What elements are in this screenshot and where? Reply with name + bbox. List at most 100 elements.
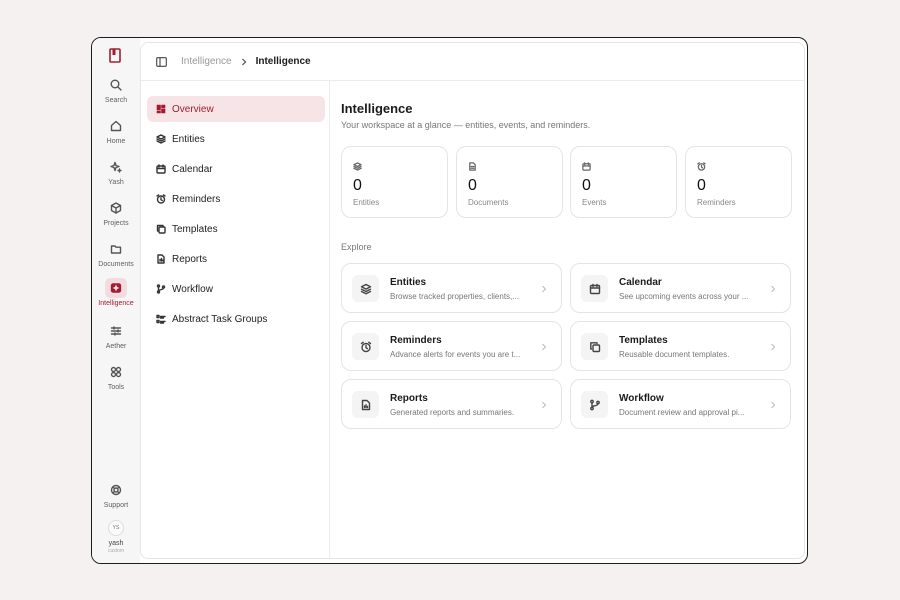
rail-item-label: Intelligence <box>98 300 134 307</box>
nav-item-overview[interactable]: Overview <box>147 96 325 122</box>
chevron-right-icon <box>542 285 547 293</box>
user-role: custom <box>107 548 125 554</box>
explore-card-reminders[interactable]: Reminders Advance alerts for events you … <box>341 321 562 371</box>
explore-card-workflow[interactable]: Workflow Document review and approval pi… <box>570 379 791 429</box>
explore-card-calendar[interactable]: Calendar See upcoming events across your… <box>570 263 791 313</box>
rail-item-aether[interactable]: Aether <box>92 321 140 350</box>
nav-item-label: Calendar <box>172 163 213 175</box>
nav-item-label: Reports <box>172 253 208 265</box>
rail-item-label: Aether <box>105 343 127 350</box>
nav-item-label: Reminders <box>172 193 221 205</box>
branch-icon <box>589 399 600 410</box>
top-bar: Intelligence Intelligence <box>141 43 804 81</box>
nav-item-label: Entities <box>172 133 205 145</box>
nav-item-reminders[interactable]: Reminders <box>147 186 325 212</box>
card-description: See upcoming events across your ... <box>619 292 749 301</box>
stat-label: Reminders <box>697 198 736 207</box>
copy-icon <box>589 341 600 352</box>
rail-item-search[interactable]: Search <box>92 75 140 104</box>
rail-item-label: Tools <box>107 384 125 391</box>
search-icon <box>110 79 122 91</box>
chevron-right-icon <box>771 285 776 293</box>
stat-label: Events <box>582 198 607 207</box>
card-description: Document review and approval pi... <box>619 408 745 417</box>
stat-label: Documents <box>468 198 509 207</box>
rail-item-yash[interactable]: Yash <box>92 157 140 186</box>
card-description: Advance alerts for events you are t... <box>390 350 521 359</box>
nav-item-label: Abstract Task Groups <box>172 313 268 325</box>
chevron-right-icon <box>241 58 246 65</box>
dashboard-icon <box>156 104 166 114</box>
chevron-right-icon <box>771 343 776 351</box>
rail-item-support[interactable]: Support <box>92 480 140 509</box>
alarm-icon <box>697 162 706 171</box>
calendar-icon <box>589 283 600 294</box>
stat-value: 0 <box>353 177 362 194</box>
stat-card-documents: 0 Documents <box>456 146 563 218</box>
report-icon <box>157 254 165 264</box>
breadcrumb-current: Intelligence <box>255 56 311 67</box>
stat-value: 0 <box>697 177 706 194</box>
nav-item-label: Templates <box>172 223 218 235</box>
rail-item-projects[interactable]: Projects <box>92 198 140 227</box>
rail-item-label: Home <box>106 138 126 145</box>
chevron-right-icon <box>542 401 547 409</box>
rail-item-label: Yash <box>108 179 124 186</box>
rail-item-label: Support <box>103 502 129 509</box>
icon-rail: Search Home Yash Projects Documents Inte… <box>92 38 140 563</box>
nav-item-abstract-task-groups[interactable]: Abstract Task Groups <box>147 306 325 332</box>
avatar[interactable]: YS <box>108 520 124 536</box>
rail-item-intelligence[interactable]: Intelligence <box>92 278 140 307</box>
main-content: Intelligence Your workspace at a glance … <box>331 81 804 558</box>
stat-card-reminders: 0 Reminders <box>685 146 792 218</box>
list-icon <box>156 314 166 324</box>
section-nav: Overview Entities Calendar Reminders Tem… <box>141 81 330 558</box>
rail-item-home[interactable]: Home <box>92 116 140 145</box>
app-window: Search Home Yash Projects Documents Inte… <box>91 37 808 564</box>
rail-item-label: Documents <box>98 261 134 268</box>
report-icon <box>361 399 370 410</box>
nav-item-templates[interactable]: Templates <box>147 216 325 242</box>
rail-item-label: Projects <box>103 220 129 227</box>
nav-item-workflow[interactable]: Workflow <box>147 276 325 302</box>
card-title: Reminders <box>390 335 442 346</box>
layers-icon <box>360 283 371 294</box>
breadcrumb-parent[interactable]: Intelligence <box>181 56 232 67</box>
home-icon <box>110 120 122 132</box>
rail-item-documents[interactable]: Documents <box>92 239 140 268</box>
layers-icon <box>353 162 362 171</box>
chevron-right-icon <box>771 401 776 409</box>
chevron-right-icon <box>542 343 547 351</box>
nav-item-calendar[interactable]: Calendar <box>147 156 325 182</box>
rail-item-label: Search <box>104 97 128 104</box>
nav-item-label: Workflow <box>172 283 213 295</box>
explore-heading: Explore <box>341 242 372 252</box>
stat-label: Entities <box>353 198 380 207</box>
calendar-icon <box>156 164 166 174</box>
explore-card-templates[interactable]: Templates Reusable document templates. <box>570 321 791 371</box>
explore-card-entities[interactable]: Entities Browse tracked properties, clie… <box>341 263 562 313</box>
alarm-icon <box>156 194 166 204</box>
sliders-icon <box>110 326 122 336</box>
copy-icon <box>156 224 166 234</box>
card-title: Reports <box>390 393 428 404</box>
stat-value: 0 <box>582 177 591 194</box>
sparkles-icon <box>110 161 122 173</box>
card-description: Generated reports and summaries. <box>390 408 515 417</box>
rail-item-tools[interactable]: Tools <box>92 362 140 391</box>
app-logo-icon[interactable] <box>109 48 123 64</box>
explore-card-reports[interactable]: Reports Generated reports and summaries. <box>341 379 562 429</box>
document-icon <box>469 162 476 171</box>
nav-item-entities[interactable]: Entities <box>147 126 325 152</box>
nav-item-label: Overview <box>172 103 214 115</box>
intelligence-icon <box>110 283 122 293</box>
card-description: Reusable document templates. <box>619 350 730 359</box>
page-subtitle: Your workspace at a glance — entities, e… <box>341 120 591 130</box>
sidebar-toggle-icon[interactable] <box>156 56 167 67</box>
card-title: Templates <box>619 335 668 346</box>
branch-icon <box>156 284 166 294</box>
lifebuoy-icon <box>110 484 122 496</box>
stat-card-events: 0 Events <box>570 146 677 218</box>
nav-item-reports[interactable]: Reports <box>147 246 325 272</box>
card-title: Entities <box>390 277 427 288</box>
